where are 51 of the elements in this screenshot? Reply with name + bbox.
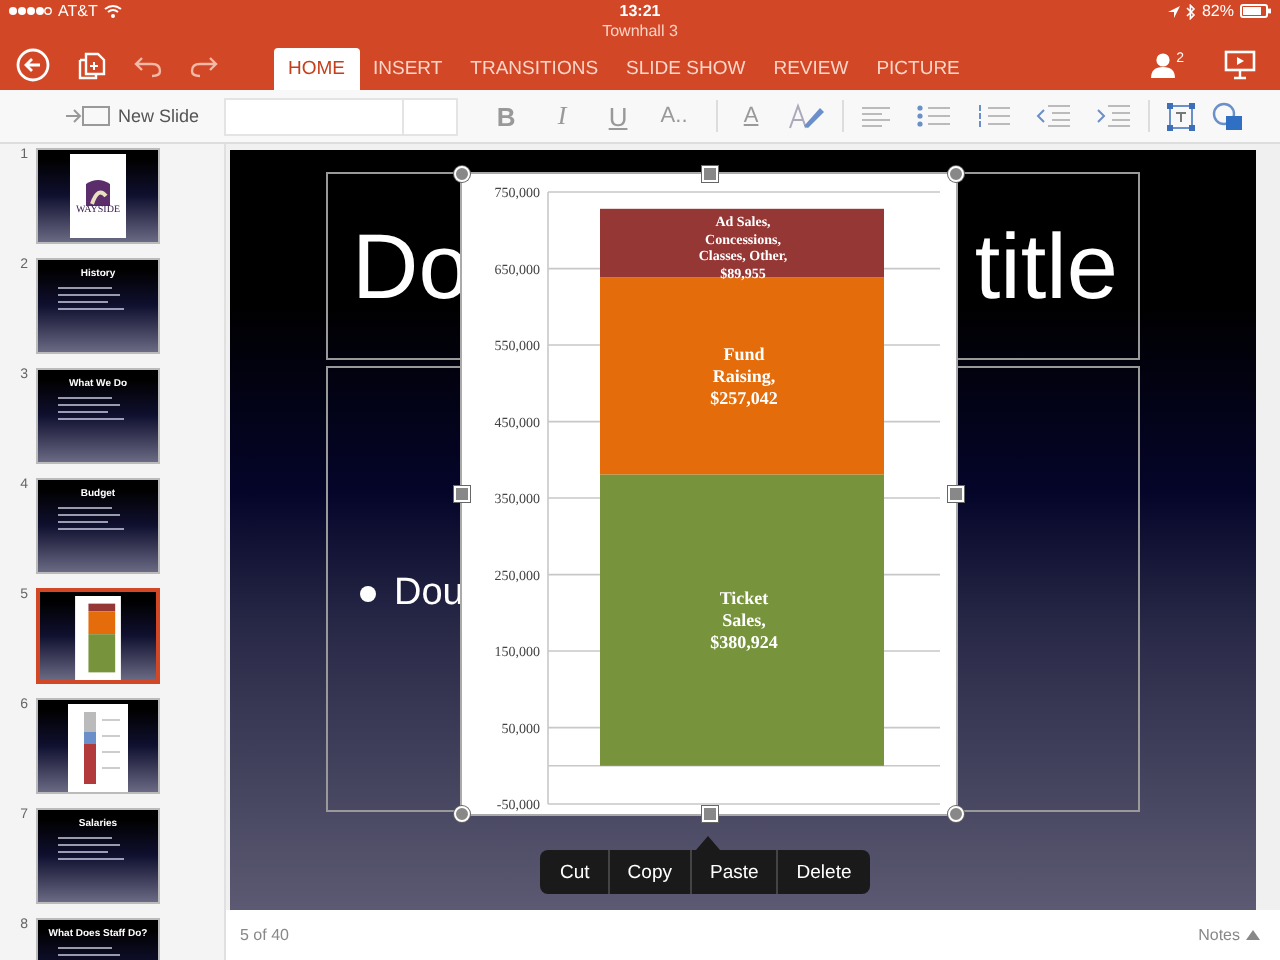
slide-thumbnail[interactable]	[36, 698, 160, 794]
logo-icon	[82, 177, 114, 205]
text-box-icon[interactable]	[1165, 101, 1196, 131]
ribbon-tab[interactable]: HOME	[274, 48, 359, 90]
wifi-icon	[103, 4, 122, 18]
context-menu-item[interactable]: Cut	[540, 850, 608, 894]
slide-position: 5 of 40	[240, 926, 289, 944]
resize-handle[interactable]	[701, 166, 717, 182]
undo-icon[interactable]	[134, 53, 162, 77]
chart-drawing	[68, 704, 128, 792]
numbered-list-icon[interactable]	[975, 104, 1012, 128]
resize-handle[interactable]	[948, 166, 964, 182]
clock-time: 13:21	[619, 1, 661, 21]
resize-handle[interactable]	[454, 166, 470, 182]
highlighter-icon[interactable]	[785, 102, 826, 130]
new-slide-button[interactable]: New Slide	[64, 104, 200, 128]
signal-icon	[8, 6, 52, 16]
files-icon[interactable]	[78, 51, 106, 79]
increase-indent-icon[interactable]	[1095, 104, 1132, 128]
decrease-indent-icon[interactable]	[1035, 104, 1072, 128]
caret-up-icon	[1246, 930, 1260, 940]
chart-drawing	[74, 596, 122, 680]
resize-handle[interactable]	[948, 806, 964, 822]
context-menu-item[interactable]: Delete	[776, 850, 870, 894]
title-text: title	[974, 212, 1118, 320]
location-icon	[1167, 5, 1180, 17]
context-menu-item[interactable]: Copy	[607, 850, 690, 894]
resize-handle[interactable]	[454, 806, 470, 822]
notes-button[interactable]: Notes	[1198, 926, 1260, 944]
bullet-list-icon[interactable]	[915, 104, 952, 128]
redo-icon[interactable]	[190, 53, 218, 77]
slide-thumbnail[interactable]	[36, 588, 160, 684]
resize-handle[interactable]	[948, 486, 964, 502]
resize-handle[interactable]	[701, 806, 717, 822]
present-icon[interactable]	[1224, 50, 1256, 80]
new-slide-icon	[64, 104, 112, 128]
context-menu-item[interactable]: Paste	[689, 850, 777, 894]
person-icon[interactable]	[1150, 52, 1177, 78]
data-label: Fund Raising, $257,042	[708, 344, 780, 410]
shapes-icon[interactable]	[1211, 101, 1244, 131]
back-icon[interactable]	[16, 48, 50, 82]
battery-percent: 82%	[1201, 1, 1234, 21]
body-text: Dou	[394, 570, 464, 618]
font-name-field[interactable]	[223, 97, 458, 135]
bullet-icon	[360, 586, 376, 602]
document-title: Townhall 3	[600, 22, 680, 40]
data-label: Ticket Sales, $380,924	[708, 588, 780, 655]
resize-handle[interactable]	[454, 486, 470, 502]
bluetooth-icon	[1185, 3, 1196, 19]
carrier-name: AT&T	[58, 1, 98, 21]
battery-icon	[1240, 4, 1272, 18]
